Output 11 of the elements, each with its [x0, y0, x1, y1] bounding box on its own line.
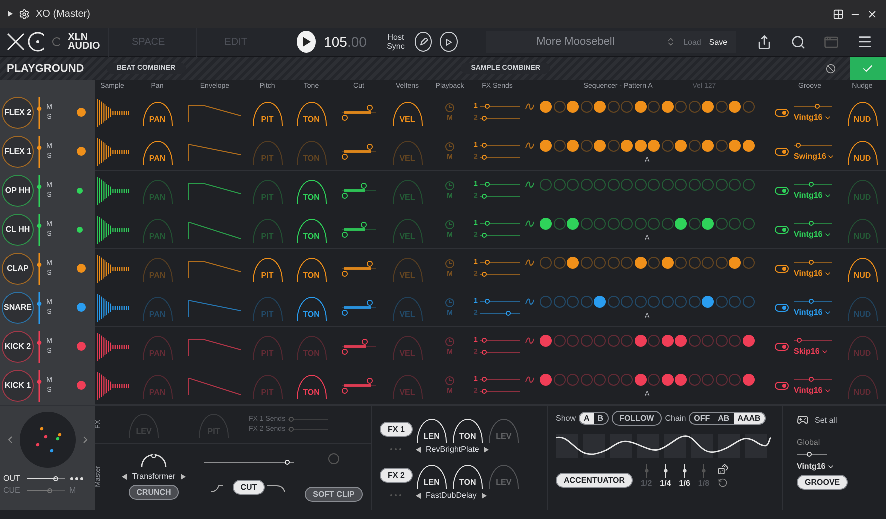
output-label: OUT [4, 474, 22, 483]
chain-label: Chain [665, 414, 686, 423]
preset-name: More Moosebell [536, 36, 616, 48]
window-title: XO (Master) [36, 8, 90, 20]
output-label: CUE [4, 486, 22, 495]
brand-name: AUDIO [68, 42, 100, 51]
show-label: Show [556, 414, 576, 423]
global-label: Global [797, 438, 820, 447]
page-title: PLAYGROUND [7, 62, 86, 74]
brand-name: XLN [68, 33, 88, 42]
sync-label: Host Sync [386, 33, 406, 51]
